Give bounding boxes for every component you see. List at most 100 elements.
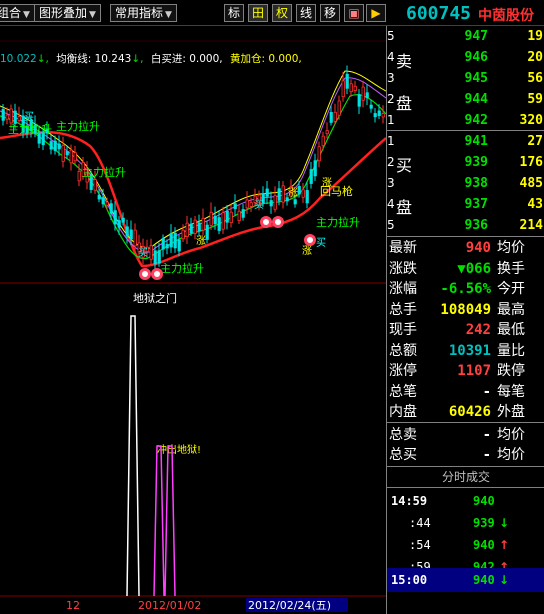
quote-value: - bbox=[482, 383, 491, 400]
ask-volume: 56 bbox=[527, 71, 543, 86]
indicators-button[interactable]: 常用指标 ▼ bbox=[110, 4, 177, 22]
indicator-spike-magenta bbox=[153, 445, 165, 597]
trade-direction-icon: ↓ bbox=[499, 516, 510, 530]
trade-row[interactable]: 14:59 940 bbox=[387, 490, 544, 512]
candle-body bbox=[185, 222, 189, 237]
tick-trades-title[interactable]: 分时成交 bbox=[387, 467, 544, 487]
divider bbox=[387, 422, 544, 423]
bid-level: 5 bbox=[387, 218, 395, 232]
candle-body bbox=[113, 210, 117, 225]
candle-body bbox=[353, 85, 357, 91]
white-buy-value: 白买进: 0.000, bbox=[150, 53, 223, 65]
trade-direction-icon: ↓ bbox=[499, 573, 510, 587]
signal-label: 买 bbox=[316, 237, 326, 249]
bid-level: 1 bbox=[387, 134, 395, 148]
candle-body bbox=[277, 188, 281, 201]
candle-body bbox=[133, 229, 137, 247]
combo-button[interactable]: 组合 ▼ bbox=[0, 4, 35, 22]
candle-body bbox=[101, 197, 105, 205]
bid-row[interactable]: 2 939 176 bbox=[387, 152, 544, 173]
candle-body bbox=[109, 203, 113, 214]
dropdown-arrow-icon: ▼ bbox=[23, 10, 30, 20]
ask-volume: 19 bbox=[527, 29, 543, 44]
mark-icon[interactable]: 标 bbox=[224, 4, 244, 22]
line-icon[interactable]: 线 bbox=[296, 4, 316, 22]
down-arrow-icon: ↓, bbox=[36, 53, 49, 65]
candle-body bbox=[161, 238, 165, 250]
trade-time: 14:59 bbox=[391, 494, 428, 508]
candle-body bbox=[357, 94, 361, 107]
candle-body bbox=[333, 111, 337, 122]
overlay-button-label: 图形叠加 bbox=[39, 6, 88, 20]
trade-row[interactable]: :44 939 ↓ bbox=[387, 512, 544, 534]
quote-label-secondary: 外盘 bbox=[497, 404, 525, 420]
quote-value: 940 bbox=[465, 240, 491, 256]
ask-volume: 59 bbox=[527, 92, 543, 107]
toolbar: 组合 ▼ 图形叠加 ▼ 常用指标 ▼ 标 田 权 线 移 ▣ ▶ 600745 中茵股… bbox=[0, 0, 544, 26]
ask-row[interactable]: 2 944 59 bbox=[387, 89, 544, 110]
trade-row[interactable]: 15:00 940 ↓ bbox=[387, 568, 544, 592]
candle-body bbox=[217, 217, 221, 231]
ask-row[interactable]: 4 946 20 bbox=[387, 47, 544, 68]
candle-body bbox=[381, 113, 385, 118]
candle-body bbox=[233, 203, 237, 210]
stock-list-icon[interactable]: ▣ bbox=[344, 4, 364, 22]
trade-price: 940 bbox=[473, 538, 495, 552]
candle-body bbox=[17, 116, 21, 121]
ask-level: 1 bbox=[387, 113, 395, 127]
quote-panel: 卖 盘 5 947 19 4 946 20 3 945 56 2 944 59 1 942 320 买 盘 … bbox=[386, 26, 544, 614]
ask-row[interactable]: 1 942 320 bbox=[387, 110, 544, 131]
candle-body bbox=[221, 212, 225, 230]
grid-icon[interactable]: 田 bbox=[248, 4, 268, 22]
signal-label: 主力拉升 bbox=[160, 261, 204, 275]
total-buy-row: 总买 - 均价 bbox=[387, 444, 544, 466]
candle-body bbox=[241, 209, 245, 218]
candle-body bbox=[153, 250, 157, 265]
ask-row[interactable]: 5 947 19 bbox=[387, 26, 544, 47]
candle-body bbox=[321, 135, 325, 146]
total-sell-value: - bbox=[482, 427, 491, 443]
indicator-spike-white bbox=[126, 315, 140, 597]
candle-body bbox=[361, 86, 365, 101]
signal-label: 买 bbox=[254, 199, 264, 211]
candle-body bbox=[181, 229, 185, 240]
signal-label: 主力拉升 bbox=[8, 122, 52, 136]
indicators-button-label: 常用指标 bbox=[115, 6, 164, 20]
trade-time: 15:00 bbox=[391, 573, 428, 587]
move-icon[interactable]: 移 bbox=[320, 4, 340, 22]
bid-row[interactable]: 4 937 43 bbox=[387, 194, 544, 215]
bid-row[interactable]: 5 936 214 bbox=[387, 215, 544, 236]
bid-price: 938 bbox=[464, 176, 488, 191]
candle-body bbox=[197, 222, 201, 232]
bid-row[interactable]: 3 938 485 bbox=[387, 173, 544, 194]
total-sell-label: 总卖 bbox=[389, 427, 417, 443]
down-arrow-icon: ↓, bbox=[131, 53, 144, 65]
candle-body bbox=[245, 199, 249, 209]
ask-level: 5 bbox=[387, 29, 395, 43]
candle-body bbox=[1, 109, 5, 121]
candle-body bbox=[337, 100, 341, 116]
candle-body bbox=[297, 186, 301, 195]
candle-body bbox=[273, 195, 277, 210]
candle-body bbox=[301, 189, 305, 198]
ask-row[interactable]: 3 945 56 bbox=[387, 68, 544, 89]
rights-icon[interactable]: 权 bbox=[272, 4, 292, 22]
quote-label: 总笔 bbox=[389, 383, 417, 400]
candle-body bbox=[65, 151, 69, 156]
quote-value: 10391 bbox=[448, 342, 491, 359]
kline-chart[interactable]: 主力拉升 主力拉升 主力拉升 主力拉升 主力拉升 回马枪 涨 涨 涨 涨 买 买… bbox=[0, 26, 386, 614]
candle-body bbox=[97, 194, 101, 200]
smiley-icon bbox=[260, 216, 272, 228]
quote-row: 内盘 60426 外盘 bbox=[387, 401, 544, 423]
overlay-button[interactable]: 图形叠加 ▼ bbox=[34, 4, 101, 22]
candle-body bbox=[313, 160, 317, 177]
signal-label: 涨 bbox=[288, 187, 298, 199]
quote-row: 总笔 - 每笔 bbox=[387, 381, 544, 403]
next-icon[interactable]: ▶ bbox=[366, 4, 386, 22]
time-axis-cursor-label: 2012/02/24(五) bbox=[248, 599, 331, 612]
time-axis-label: 12 bbox=[66, 599, 80, 612]
quote-value: 1107 bbox=[457, 363, 491, 379]
trade-row[interactable]: :54 940 ↑ bbox=[387, 534, 544, 556]
balance-line-value: 均衡线: 10.243 bbox=[56, 53, 132, 65]
bid-row[interactable]: 1 941 27 bbox=[387, 131, 544, 152]
